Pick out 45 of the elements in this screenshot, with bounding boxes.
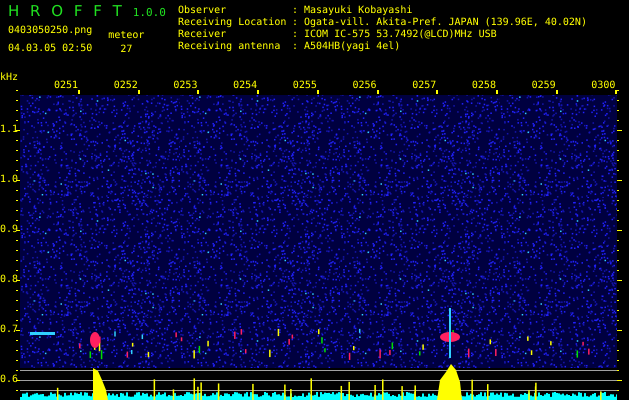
info-colon: : <box>292 17 300 29</box>
info-colon: : <box>292 5 300 17</box>
info-label: Receiving antenna <box>178 41 282 53</box>
time-label: 0254 <box>233 80 258 91</box>
axis-label: 0.7 <box>0 323 18 337</box>
time-label: 0257 <box>412 80 436 91</box>
time-label: 0253 <box>173 80 198 91</box>
axis-label: 1.1 <box>0 123 18 137</box>
time-tick <box>376 90 378 94</box>
time-tick <box>78 90 80 94</box>
meteor-count: 27 <box>120 44 132 56</box>
info-colon: : <box>292 29 300 41</box>
time-label: 0256 <box>352 80 377 91</box>
time-label: 0258 <box>472 80 496 91</box>
date-time: 04.03.05 02:50 <box>8 43 92 55</box>
time-tick <box>257 90 260 94</box>
time-label: 0251 <box>54 80 78 91</box>
time-tick <box>316 90 319 94</box>
time-label: 0300 <box>591 80 616 91</box>
time-label: 0252 <box>114 80 138 91</box>
time-tick <box>496 90 498 94</box>
app-title: H R O F F T <box>8 2 125 20</box>
info-label: Observer <box>178 5 228 17</box>
time-tick <box>197 90 200 94</box>
axis-label: 0.9 <box>0 223 18 237</box>
time-label: 0259 <box>532 80 556 91</box>
info-colon: : <box>292 41 300 53</box>
info-value: Masayuki Kobayashi <box>304 5 412 17</box>
info-value: ICOM IC-575 53.7492(@LCD)MHz USB <box>304 29 497 41</box>
info-label: Receiving Location <box>178 17 288 29</box>
axis-label: 0.6 <box>0 373 18 387</box>
time-tick <box>436 90 438 94</box>
time-tick <box>138 90 140 94</box>
file-name: 0403050250.png <box>8 25 92 37</box>
axis-label: 0.8 <box>0 273 18 287</box>
axis-unit: kHz <box>0 72 18 83</box>
info-value: A504HB(yagi 4el) <box>304 41 400 53</box>
info-label: Receiver <box>178 29 228 41</box>
meteor-label: meteor <box>108 30 144 42</box>
time-tick <box>615 90 618 94</box>
version-number: 1.0.0 <box>132 6 166 19</box>
time-label: 0255 <box>292 80 317 91</box>
axis-label: 1.0 <box>0 173 18 187</box>
info-value: Ogata-vill. Akita-Pref. JAPAN (139.96E, 40.02N) <box>304 17 587 29</box>
time-tick <box>556 90 558 94</box>
